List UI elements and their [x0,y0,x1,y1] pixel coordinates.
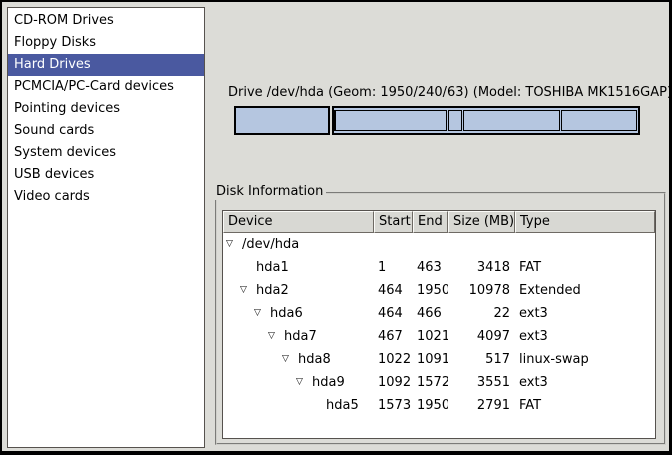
device-cell: hda1 [223,260,374,275]
partition-segment-hda8 [448,110,461,131]
start-cell: 464 [374,306,413,321]
size-cell: 3551 [448,375,515,390]
device-label: hda2 [256,283,289,298]
end-cell: 1950 [413,398,448,413]
disk-information-frame-label: Disk Information [213,184,326,200]
start-cell: 467 [374,329,413,344]
device-label: hda1 [256,260,289,275]
column-header-end[interactable]: End [413,211,448,233]
end-cell: 466 [413,306,448,321]
tree-expander-icon[interactable]: ▽ [240,286,256,295]
sidebar-item-cd-rom-drives[interactable]: CD-ROM Drives [8,10,204,32]
size-cell: 2791 [448,398,515,413]
end-cell: 1021 [413,329,448,344]
size-cell: 4097 [448,329,515,344]
partition-segment-hda9 [463,110,560,131]
device-label: hda8 [298,352,331,367]
table-row-hda1[interactable]: hda1 14633418FAT [223,256,655,279]
start-cell: 464 [374,283,413,298]
type-cell: FAT [515,260,655,275]
end-cell: 1950 [413,283,448,298]
partition-bar [234,106,640,135]
device-cell: ▽hda8 [223,352,374,367]
column-header-size-mb-[interactable]: Size (MB) [448,211,515,233]
type-cell: Extended [515,283,655,298]
device-label: hda5 [326,398,359,413]
table-row-hda8[interactable]: ▽hda810221091517linux-swap [223,348,655,371]
type-cell: ext3 [515,306,655,321]
table-row-hda5[interactable]: hda5 157319502791FAT [223,394,655,417]
table-row-hda6[interactable]: ▽hda646446622ext3 [223,302,655,325]
disk-information-table: DeviceStartEndSize (MB)Type ▽/dev/hdahda… [222,210,656,439]
drive-title: Drive /dev/hda (Geom: 1950/240/63) (Mode… [228,85,646,100]
sidebar-item-floppy-disks[interactable]: Floppy Disks [8,32,204,54]
size-cell: 3418 [448,260,515,275]
end-cell: 463 [413,260,448,275]
device-cell: ▽/dev/hda [223,237,374,252]
sidebar-item-video-cards[interactable]: Video cards [8,186,204,208]
end-cell: 1091 [413,352,448,367]
sidebar-item-pcmcia-pc-card-devices[interactable]: PCMCIA/PC-Card devices [8,76,204,98]
size-cell: 22 [448,306,515,321]
type-cell: ext3 [515,329,655,344]
device-label: /dev/hda [242,237,299,252]
type-cell: linux-swap [515,352,655,367]
size-cell: 10978 [448,283,515,298]
device-cell: ▽hda7 [223,329,374,344]
table-row-hda9[interactable]: ▽hda9109215723551ext3 [223,371,655,394]
column-header-type[interactable]: Type [515,211,655,233]
start-cell: 1022 [374,352,413,367]
sidebar-item-sound-cards[interactable]: Sound cards [8,120,204,142]
tree-expander-icon[interactable]: ▽ [296,378,312,387]
sidebar-item-system-devices[interactable]: System devices [8,142,204,164]
table-body: ▽/dev/hdahda114633418FAT▽hda246419501097… [223,233,655,417]
partition-segment-hda5 [561,110,637,131]
device-cell: hda5 [223,398,374,413]
type-cell: FAT [515,398,655,413]
start-cell: 1092 [374,375,413,390]
type-cell: ext3 [515,375,655,390]
sidebar-item-usb-devices[interactable]: USB devices [8,164,204,186]
hardware-browser-window: { "window": { "background": "#dcdcd7", "… [0,0,672,455]
device-label: hda6 [270,306,303,321]
start-cell: 1 [374,260,413,275]
start-cell: 1573 [374,398,413,413]
partition-segment-hda1 [234,106,330,135]
device-label: hda7 [284,329,317,344]
tree-expander-icon[interactable]: ▽ [226,240,242,249]
device-cell: ▽hda2 [223,283,374,298]
tree-expander-icon[interactable]: ▽ [254,309,270,318]
tree-expander-icon[interactable]: ▽ [268,332,284,341]
app-window: CD-ROM DrivesFloppy DisksHard DrivesPCMC… [2,2,669,451]
sidebar-item-hard-drives[interactable]: Hard Drives [8,54,204,76]
size-cell: 517 [448,352,515,367]
table-row-hda2[interactable]: ▽hda2464195010978Extended [223,279,655,302]
partition-segment-hda2 [332,106,640,135]
device-label: hda9 [312,375,345,390]
device-cell: ▽hda9 [223,375,374,390]
table-row--dev-hda[interactable]: ▽/dev/hda [223,233,655,256]
column-header-start[interactable]: Start [374,211,413,233]
partition-segment-hda7 [335,110,447,131]
device-cell: ▽hda6 [223,306,374,321]
end-cell: 1572 [413,375,448,390]
table-header-row: DeviceStartEndSize (MB)Type [223,211,655,233]
device-category-list[interactable]: CD-ROM DrivesFloppy DisksHard DrivesPCMC… [7,7,205,448]
column-header-device[interactable]: Device [223,211,374,233]
tree-expander-icon[interactable]: ▽ [282,355,298,364]
sidebar-item-pointing-devices[interactable]: Pointing devices [8,98,204,120]
table-row-hda7[interactable]: ▽hda746710214097ext3 [223,325,655,348]
